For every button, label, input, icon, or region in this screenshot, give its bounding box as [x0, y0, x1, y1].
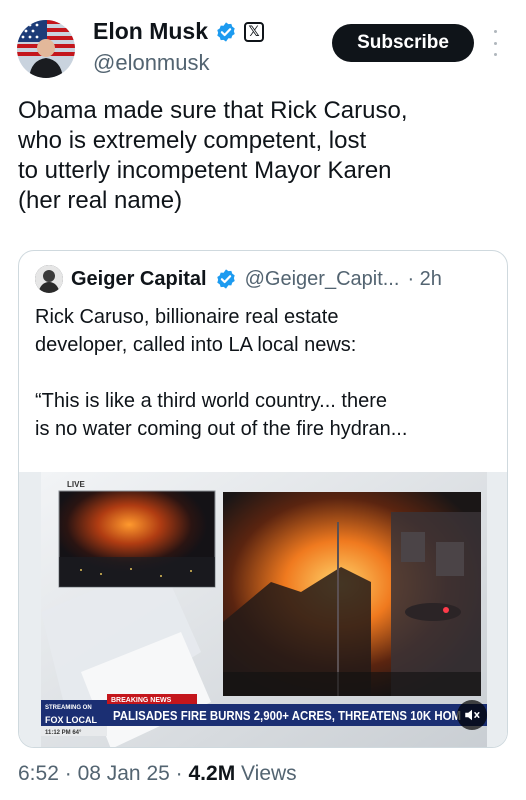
quoted-author-handle[interactable]: @Geiger_Capit...: [245, 268, 400, 291]
quoted-time[interactable]: · 2h: [407, 268, 441, 291]
tweet-date[interactable]: 08 Jan 25: [78, 762, 170, 785]
verified-badge-icon: [217, 21, 235, 42]
video-media[interactable]: LIVE STREAMING ON FOX LOCAL BREAKING NEW…: [19, 472, 507, 747]
mute-button[interactable]: [457, 700, 487, 730]
author-name-row[interactable]: Elon Musk 𝕏: [93, 18, 265, 45]
quoted-avatar[interactable]: [35, 265, 63, 293]
tweet-text: Obama made sure that Rick Caruso, who is…: [18, 97, 408, 214]
more-options-icon[interactable]: [490, 30, 500, 56]
author-handle[interactable]: @elonmusk: [93, 50, 210, 76]
verified-badge-icon: [216, 269, 235, 289]
speaker-muted-icon: [465, 709, 480, 721]
live-label: LIVE: [67, 480, 85, 489]
views-count[interactable]: 4.2M: [189, 762, 236, 785]
quoted-author-name[interactable]: Geiger Capital: [71, 268, 207, 291]
streaming-label: STREAMING ON: [45, 705, 92, 711]
tweet-time[interactable]: 6:52: [18, 762, 59, 785]
x-affiliation-icon: 𝕏: [244, 21, 265, 42]
news-broadcast-frame: LIVE STREAMING ON FOX LOCAL BREAKING NEW…: [41, 472, 487, 747]
quoted-text: Rick Caruso, billionaire real estate dev…: [35, 306, 408, 440]
separator: ·: [175, 762, 183, 785]
author-name[interactable]: Elon Musk: [93, 18, 208, 45]
news-chyron: PALISADES FIRE BURNS 2,900+ ACRES, THREA…: [113, 709, 461, 723]
breaking-news-label: BREAKING NEWS: [111, 697, 172, 704]
subscribe-button[interactable]: Subscribe: [332, 24, 474, 62]
author-avatar[interactable]: [17, 20, 75, 78]
separator: ·: [64, 762, 72, 785]
fox-local-logo: FOX LOCAL: [45, 715, 97, 725]
tweet-metadata: 6:52 · 08 Jan 25 · 4.2M Views: [18, 762, 297, 786]
quoted-tweet[interactable]: Geiger Capital @Geiger_Capit... · 2h Ric…: [18, 250, 508, 748]
views-label: Views: [241, 762, 297, 785]
quoted-header: Geiger Capital @Geiger_Capit... · 2h: [35, 265, 442, 293]
time-temperature: 11:12 PM 64°: [45, 730, 82, 736]
